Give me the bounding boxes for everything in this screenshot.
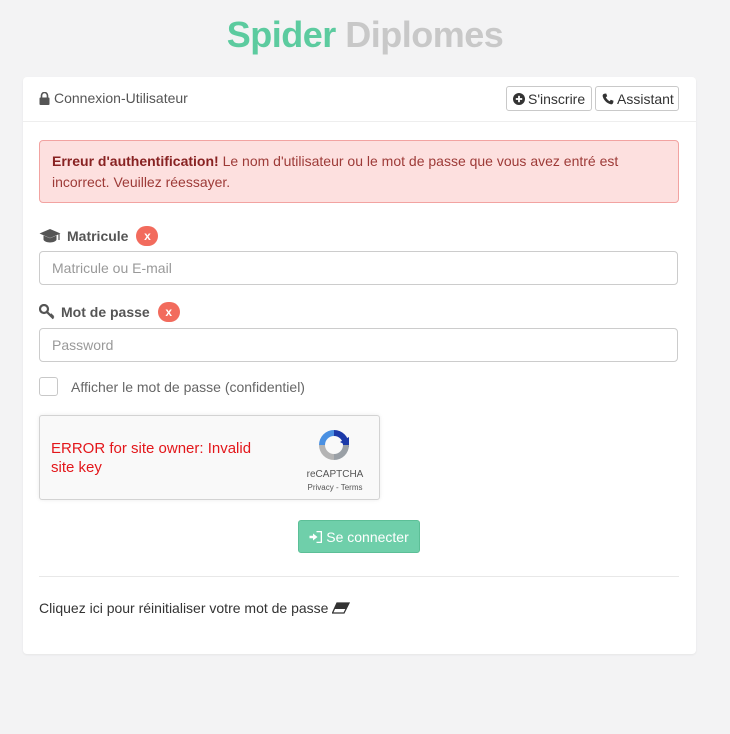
plus-circle-icon bbox=[513, 92, 525, 105]
eraser-icon bbox=[332, 602, 351, 614]
password-input[interactable] bbox=[39, 328, 678, 362]
recaptcha-brand: reCAPTCHA bbox=[306, 469, 364, 480]
show-password-checkbox[interactable] bbox=[39, 377, 58, 396]
phone-icon bbox=[602, 93, 614, 105]
card-title: Connexion-Utilisateur bbox=[39, 90, 188, 106]
matricule-error-badge: x bbox=[136, 226, 159, 246]
recaptcha-logo-icon bbox=[316, 427, 352, 463]
card-title-label: Connexion-Utilisateur bbox=[54, 90, 188, 106]
login-card: Connexion-Utilisateur S'inscrire Assista… bbox=[23, 77, 696, 654]
sign-in-icon bbox=[309, 530, 323, 543]
recaptcha-links[interactable]: Privacy - Terms bbox=[295, 483, 375, 492]
reset-password-link[interactable]: Cliquez ici pour réinitialiser votre mot… bbox=[39, 600, 351, 616]
recaptcha-widget[interactable]: ERROR for site owner: Invalid site key r… bbox=[39, 415, 380, 500]
matricule-label: Matricule x bbox=[39, 226, 159, 246]
brand-part1: Spider bbox=[226, 14, 337, 55]
divider bbox=[39, 576, 679, 577]
brand-part2: Diplomes bbox=[345, 14, 504, 55]
assistant-label: Assistant bbox=[617, 90, 674, 107]
card-header: Connexion-Utilisateur S'inscrire Assista… bbox=[23, 77, 696, 122]
signup-label: S'inscrire bbox=[528, 90, 586, 107]
signup-button[interactable]: S'inscrire bbox=[506, 86, 592, 111]
graduation-cap-icon bbox=[39, 228, 61, 244]
password-error-badge: x bbox=[157, 302, 180, 322]
reset-password-label: Cliquez ici pour réinitialiser votre mot… bbox=[39, 600, 329, 616]
show-password-label: Afficher le mot de passe (confidentiel) bbox=[71, 378, 305, 395]
auth-error-alert: Erreur d'authentification! Le nom d'util… bbox=[39, 140, 679, 203]
login-button[interactable]: Se connecter bbox=[298, 520, 420, 553]
alert-strong: Erreur d'authentification! bbox=[52, 153, 219, 169]
brand-title: Spider Diplomes bbox=[0, 14, 730, 56]
show-password-row: Afficher le mot de passe (confidentiel) bbox=[39, 377, 305, 396]
matricule-input[interactable] bbox=[39, 251, 678, 285]
key-icon bbox=[39, 304, 55, 320]
login-label: Se connecter bbox=[326, 528, 409, 545]
password-label-text: Mot de passe bbox=[61, 304, 150, 320]
password-label: Mot de passe x bbox=[39, 302, 180, 322]
lock-icon bbox=[39, 91, 50, 105]
recaptcha-error: ERROR for site owner: Invalid site key bbox=[51, 440, 252, 476]
assistant-button[interactable]: Assistant bbox=[595, 86, 679, 111]
matricule-label-text: Matricule bbox=[67, 228, 129, 244]
